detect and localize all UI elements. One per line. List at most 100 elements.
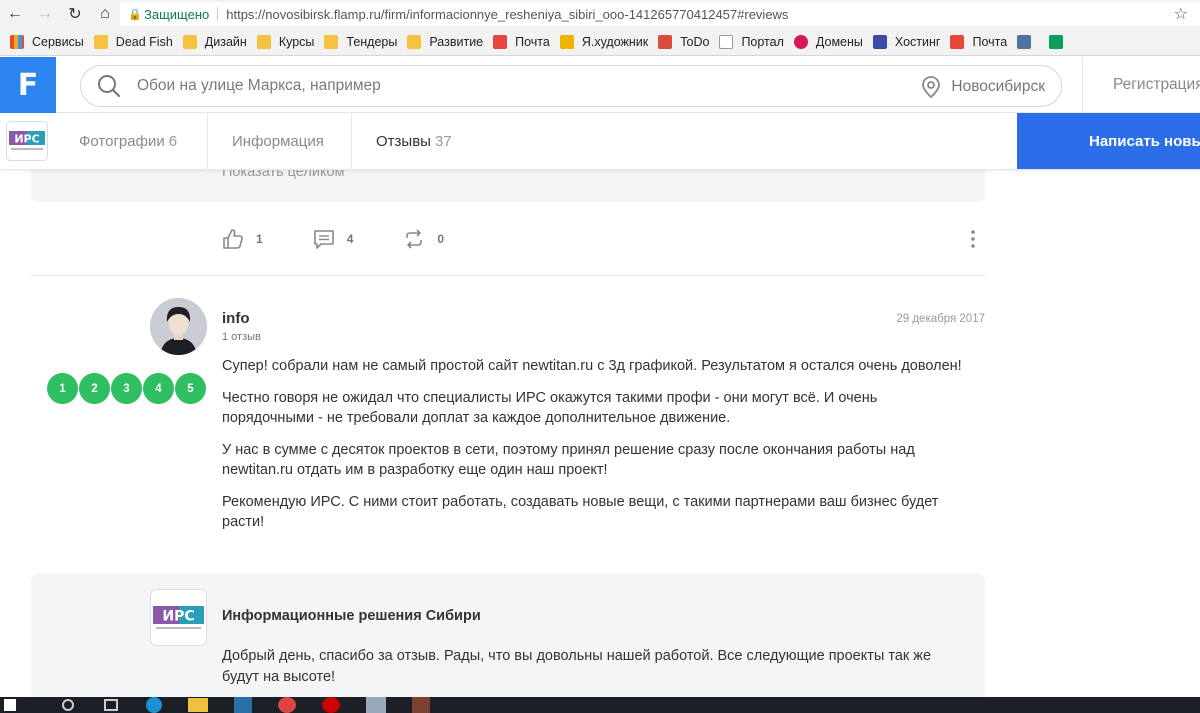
firm-tabs: ИРС Фотографии 6 Информация Отзывы 37 Напи… [0, 113, 1200, 170]
search-input[interactable] [137, 77, 897, 95]
review-paragraph: Честно говоря не ожидал что специалисты … [222, 389, 878, 427]
secure-label: Защищено [144, 6, 210, 22]
city-name: Новосибирск [951, 78, 1045, 95]
bookmark-label: Портал [741, 34, 784, 49]
bookmark-domains[interactable]: Домены [793, 34, 863, 49]
bookmark-courses[interactable]: Курсы [256, 34, 314, 49]
tab-label: Информация [232, 132, 324, 150]
chrome-icon[interactable] [278, 697, 296, 713]
bookmark-label: Dead Fish [115, 34, 173, 49]
comment-icon [313, 230, 334, 249]
register-link[interactable]: Регистрация [1082, 57, 1200, 113]
bookmark-ya-artist[interactable]: Я.художник [559, 34, 649, 49]
folder-icon [182, 34, 197, 49]
company-reply-text: Добрый день, спасибо за отзыв. Рады, что… [222, 648, 932, 685]
bookmark-label: Я.художник [581, 34, 649, 49]
apps-icon [10, 34, 24, 49]
folder-icon [407, 34, 422, 49]
folder-icon [324, 34, 339, 49]
home-icon[interactable]: ⌂ [90, 0, 120, 28]
bookmark-mail-2[interactable]: Почта [950, 34, 1008, 49]
tab-divider [351, 113, 352, 169]
lock-icon: 🔒 [128, 9, 142, 21]
rating-dot: 1 [47, 373, 78, 404]
review-paragraph: Рекомендую ИРС. С ними стоит работать, с… [222, 493, 939, 531]
bookmark-label: Хостинг [894, 34, 941, 49]
bookmark-vk[interactable] [1017, 34, 1039, 49]
repost-count: 0 [437, 232, 445, 246]
page-icon [719, 34, 734, 49]
review-text: Супер! собрали нам не самый простой сайт… [222, 356, 972, 544]
bookmark-label: ToDo [680, 34, 710, 49]
search-icon[interactable] [95, 72, 123, 100]
bookmark-design[interactable]: Дизайн [182, 34, 247, 49]
bookmark-services[interactable]: Сервисы [10, 34, 84, 49]
vk-icon [1017, 34, 1032, 49]
firm-logo[interactable]: ИРС [6, 121, 48, 161]
more-options-icon[interactable] [968, 229, 978, 249]
gmail-icon [950, 34, 965, 49]
review-actions: 1 4 0 [222, 226, 494, 252]
search-icon[interactable] [62, 699, 74, 711]
address-bar[interactable]: 🔒 Защищено https://novosibirsk.flamp.ru/… [120, 2, 1200, 26]
hosting-icon [872, 34, 887, 49]
review-date: 29 декабря 2017 [896, 313, 985, 325]
folder-icon [93, 34, 108, 49]
bookmark-development[interactable]: Развитие [407, 34, 484, 49]
tab-divider [207, 113, 208, 169]
repost-button[interactable]: 0 [403, 228, 444, 250]
bookmark-label: Почта [972, 34, 1008, 49]
bookmark-label: Развитие [429, 34, 484, 49]
sheets-icon [1049, 34, 1064, 49]
bookmark-sheets[interactable] [1049, 34, 1071, 49]
task-view-icon[interactable] [104, 699, 118, 711]
firm-logo-icon: ИРС [153, 606, 204, 629]
back-icon[interactable]: ← [0, 0, 30, 28]
bookmark-tenders[interactable]: Тендеры [324, 34, 398, 49]
avatar[interactable] [150, 298, 207, 355]
reload-icon[interactable]: ↻ [60, 0, 90, 28]
rating-dot: 2 [79, 373, 110, 404]
forward-icon[interactable]: → [30, 0, 60, 28]
bookmark-portal[interactable]: Портал [719, 34, 784, 49]
tab-count: 6 [168, 132, 178, 150]
bookmark-label: Тендеры [346, 34, 398, 49]
bookmark-mail[interactable]: Почта [493, 34, 550, 49]
rating-dot: 3 [111, 373, 142, 404]
app-icon[interactable] [366, 697, 386, 713]
review-divider [31, 275, 985, 276]
review-author[interactable]: info [222, 310, 250, 327]
app-icon[interactable] [412, 697, 430, 713]
tab-info[interactable]: Информация [232, 113, 324, 169]
url-text[interactable]: https://novosibirsk.flamp.ru/firm/inform… [226, 7, 788, 22]
bookmark-hosting[interactable]: Хостинг [872, 34, 941, 49]
tab-count: 37 [434, 132, 452, 150]
bookmark-star-icon[interactable]: ☆ [1174, 4, 1188, 24]
edge-icon[interactable] [146, 697, 162, 713]
bookmark-dead-fish[interactable]: Dead Fish [93, 34, 173, 49]
repost-icon [406, 229, 423, 249]
like-button[interactable]: 1 [222, 228, 263, 250]
app-icon[interactable] [234, 697, 252, 713]
write-review-button[interactable]: Написать новый отзыв [1017, 113, 1200, 169]
user-avatar-icon [150, 298, 207, 355]
tab-label: Фотографии [79, 132, 165, 150]
comments-button[interactable]: 4 [313, 228, 354, 250]
comment-count: 4 [346, 232, 354, 246]
tab-reviews[interactable]: Отзывы 37 [376, 113, 452, 169]
bookmark-label: Домены [815, 34, 863, 49]
tab-photos[interactable]: Фотографии 6 [79, 113, 177, 169]
city-selector[interactable]: Новосибирск [921, 76, 1045, 98]
bookmark-todo[interactable]: ToDo [658, 34, 710, 49]
file-explorer-icon[interactable] [188, 698, 208, 712]
company-logo[interactable]: ИРС [150, 589, 207, 646]
author-reviews-count[interactable]: 1 отзыв [222, 331, 261, 343]
opera-icon[interactable] [322, 697, 340, 713]
company-name[interactable]: Информационные решения Сибири [222, 608, 481, 624]
omnibox-separator [217, 7, 219, 21]
image-icon [559, 34, 574, 49]
windows-start-icon[interactable] [4, 699, 16, 711]
location-pin-icon [922, 76, 941, 98]
flamp-logo[interactable]: F [0, 57, 56, 113]
review-paragraph: У нас в сумме с десяток проектов в сети,… [222, 441, 915, 479]
